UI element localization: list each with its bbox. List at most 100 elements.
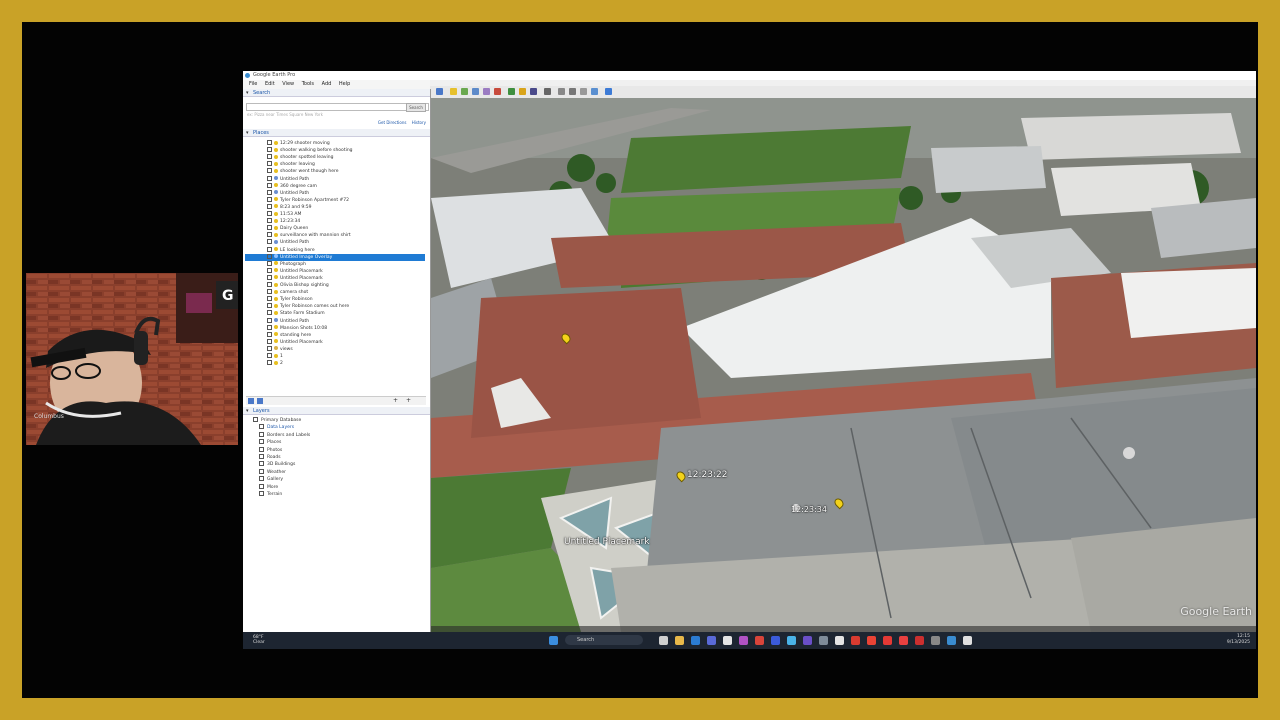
search-places-icon[interactable] bbox=[248, 398, 254, 404]
places-item[interactable]: Untitled Path bbox=[267, 189, 309, 197]
app-icon-10[interactable] bbox=[899, 636, 908, 645]
search-input[interactable] bbox=[246, 103, 429, 111]
app-icon-5[interactable] bbox=[803, 636, 812, 645]
places-item[interactable]: camera shot bbox=[267, 289, 308, 296]
teams-icon[interactable] bbox=[707, 636, 716, 645]
checkbox[interactable] bbox=[267, 289, 272, 295]
places-item[interactable]: Olivia Bishop sighting bbox=[267, 282, 329, 289]
places-item[interactable]: 360 degree cam bbox=[267, 182, 317, 190]
checkbox[interactable] bbox=[267, 267, 272, 273]
menu-view[interactable]: View bbox=[282, 81, 294, 87]
menu-help[interactable]: Help bbox=[339, 81, 350, 87]
move-up-icon[interactable]: + bbox=[393, 397, 398, 404]
checkbox[interactable] bbox=[259, 424, 264, 430]
hide-sidebar-icon[interactable] bbox=[436, 88, 443, 95]
checkbox[interactable] bbox=[259, 476, 264, 482]
app-icon-2[interactable] bbox=[755, 636, 764, 645]
places-item[interactable]: shooter spotted leaving bbox=[267, 154, 333, 161]
search-button[interactable]: Search bbox=[406, 103, 426, 112]
start-icon[interactable] bbox=[549, 636, 558, 645]
places-item[interactable]: Photograph bbox=[267, 260, 306, 268]
app-icon-11[interactable] bbox=[915, 636, 924, 645]
places-item[interactable]: 2 bbox=[267, 360, 283, 367]
menu-tools[interactable]: Tools bbox=[302, 81, 314, 87]
checkbox[interactable] bbox=[267, 168, 272, 174]
checkbox[interactable] bbox=[267, 182, 272, 188]
image-overlay-icon[interactable] bbox=[483, 88, 490, 95]
checkbox[interactable] bbox=[259, 454, 264, 459]
places-item[interactable]: Untitled Placemark bbox=[267, 338, 323, 346]
places-panel-header[interactable]: Places bbox=[243, 129, 430, 137]
places-item[interactable]: Dairy Queen bbox=[267, 225, 308, 232]
checkbox[interactable] bbox=[253, 417, 258, 422]
planets-icon[interactable] bbox=[530, 88, 537, 95]
checkbox[interactable] bbox=[267, 353, 272, 358]
save-image-icon[interactable] bbox=[580, 88, 587, 95]
file-explorer-icon[interactable] bbox=[675, 636, 684, 645]
checkbox[interactable] bbox=[267, 303, 272, 309]
places-item[interactable]: shooter walking before shooting bbox=[267, 147, 353, 154]
earth-3d-view[interactable]: 12:23:22 12:23:34 Untitled Placemark Goo… bbox=[431, 98, 1256, 632]
checkbox[interactable] bbox=[267, 310, 272, 316]
history-link[interactable]: History bbox=[412, 120, 426, 125]
add-polygon-icon[interactable] bbox=[461, 88, 468, 95]
app-icon-4[interactable] bbox=[787, 636, 796, 645]
checkbox[interactable] bbox=[267, 154, 272, 160]
checkbox[interactable] bbox=[259, 431, 264, 437]
places-item[interactable]: State Farm Stadium bbox=[267, 310, 325, 317]
places-item[interactable]: 12:29 shooter moving bbox=[267, 140, 330, 147]
checkbox[interactable] bbox=[267, 203, 272, 209]
edge-icon[interactable] bbox=[691, 636, 700, 645]
layers-item[interactable]: Data Layers bbox=[259, 424, 294, 431]
checkbox[interactable] bbox=[267, 211, 272, 216]
places-item[interactable]: Untitled Path bbox=[267, 317, 309, 325]
places-item[interactable]: Untitled Path bbox=[267, 175, 309, 183]
checkbox[interactable] bbox=[259, 439, 264, 445]
checkbox[interactable] bbox=[259, 446, 264, 452]
app-icon-7[interactable] bbox=[835, 636, 844, 645]
checkbox[interactable] bbox=[259, 461, 264, 467]
checkbox[interactable] bbox=[267, 246, 272, 252]
layers-item[interactable]: Photos bbox=[259, 446, 282, 454]
places-item[interactable]: 1 bbox=[267, 353, 283, 360]
sunlight-icon[interactable] bbox=[519, 88, 526, 95]
checkbox[interactable] bbox=[267, 338, 272, 344]
checkbox[interactable] bbox=[267, 175, 272, 181]
places-item[interactable]: Mansion Shots 10:08 bbox=[267, 324, 327, 332]
places-item[interactable]: views bbox=[267, 345, 293, 353]
checkbox[interactable] bbox=[267, 232, 272, 238]
add-placemark-icon[interactable] bbox=[450, 88, 457, 95]
move-down-icon[interactable]: + bbox=[406, 397, 411, 404]
checkbox[interactable] bbox=[267, 239, 272, 245]
weather-widget[interactable]: 68°F Clear bbox=[253, 635, 265, 645]
layers-item[interactable]: Primary Database bbox=[253, 417, 301, 424]
checkbox[interactable] bbox=[267, 218, 272, 224]
layers-panel-header[interactable]: Layers bbox=[243, 407, 430, 415]
menu-edit[interactable]: Edit bbox=[265, 81, 275, 87]
store-icon[interactable] bbox=[723, 636, 732, 645]
add-path-icon[interactable] bbox=[472, 88, 479, 95]
places-item[interactable]: shooter leaving bbox=[267, 161, 315, 168]
places-item[interactable]: surveillance with mannion shirt bbox=[267, 232, 351, 239]
system-tray[interactable]: 12:15 9/13/2025 bbox=[1227, 634, 1250, 646]
layers-item[interactable]: More bbox=[259, 483, 278, 491]
places-item[interactable]: Tyler Robinson comes out here bbox=[267, 303, 349, 310]
menu-file[interactable]: File bbox=[249, 81, 257, 87]
checkbox[interactable] bbox=[267, 196, 272, 202]
checkbox[interactable] bbox=[259, 483, 264, 489]
record-tour-icon[interactable] bbox=[494, 88, 501, 95]
checkbox[interactable] bbox=[267, 317, 272, 323]
checkbox[interactable] bbox=[267, 331, 272, 337]
task-view-icon[interactable] bbox=[659, 636, 668, 645]
checkbox[interactable] bbox=[267, 274, 272, 280]
checkbox[interactable] bbox=[267, 253, 272, 259]
layers-item[interactable]: 3D Buildings bbox=[259, 461, 295, 468]
places-item[interactable]: Tyler Robinson Apartment #72 bbox=[267, 196, 349, 204]
layers-item[interactable]: Weather bbox=[259, 468, 286, 476]
checkbox[interactable] bbox=[259, 491, 264, 496]
app-icon-9[interactable] bbox=[883, 636, 892, 645]
places-item[interactable]: 12:23:34 bbox=[267, 218, 300, 225]
layers-item[interactable]: Roads bbox=[259, 454, 281, 461]
checkbox[interactable] bbox=[267, 140, 272, 145]
layers-item[interactable]: Borders and Labels bbox=[259, 431, 310, 439]
